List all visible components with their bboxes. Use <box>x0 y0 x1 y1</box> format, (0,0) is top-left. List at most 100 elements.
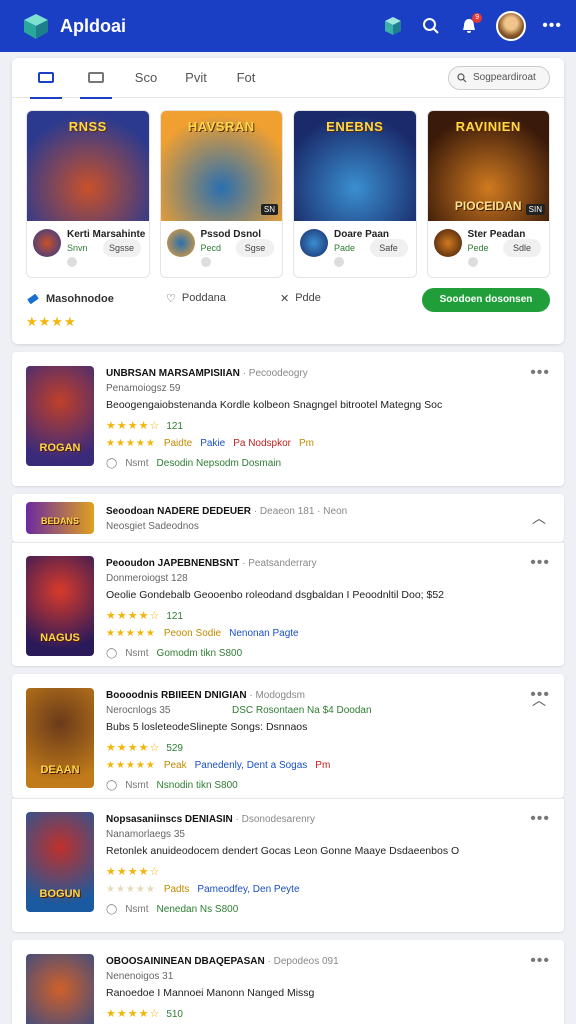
game-action-button[interactable]: Safe <box>369 239 408 257</box>
footer-link[interactable]: Gomodm tikn S800 <box>157 648 243 659</box>
comment-icon[interactable]: ◯ <box>106 458 117 469</box>
heart-icon: ♡ <box>166 293 176 305</box>
list-item[interactable]: BEDANS Seoodoan NADERE DEDEUER · Deaeon 1… <box>12 494 564 542</box>
tab-pvit[interactable]: Pvit <box>176 58 216 98</box>
footer-label: Nsmt <box>125 648 149 659</box>
featured-game-card[interactable]: HAVSRAN SN Pssod Dsnol Pecd Sgse <box>159 110 283 278</box>
tab-fot[interactable]: Fot <box>226 58 266 98</box>
footer-action-button[interactable]: Soodoen dosonsen <box>422 288 550 312</box>
item-title-text: UNBRSAN MARSAMPISIIAN <box>106 368 240 379</box>
collapse-chevron-icon[interactable]: ︿ <box>532 508 546 528</box>
game-thumbnail[interactable]: ROGAN <box>26 366 94 466</box>
item-tag[interactable]: Paidte <box>164 438 192 449</box>
rating-stars: ★★★★☆ <box>106 610 161 622</box>
game-thumbnail[interactable]: HERO <box>26 954 94 1024</box>
item-footer: ◯ Nsmt Desodin Nepsodm Dosmain <box>106 458 281 469</box>
item-category: · Deaeon 181 · Neon <box>253 506 348 517</box>
item-tag[interactable]: Peak <box>164 760 187 771</box>
developer-avatar[interactable] <box>166 229 195 257</box>
tab-sco[interactable]: Sco <box>126 58 166 98</box>
notification-icon[interactable]: 9 <box>458 13 483 37</box>
featured-game-card[interactable]: ENEBNS Doare Paan Pade Safe <box>293 110 417 278</box>
item-title: OBOOSAININEAN DBAQEPASAN · Depodeos 091 <box>106 956 339 967</box>
list-item[interactable]: BOGUN Nopsasaniinscs DENIASIN · Dsonodesa… <box>12 798 564 932</box>
game-subtitle: Snvn <box>67 243 88 253</box>
user-avatar[interactable] <box>496 11 527 41</box>
featured-game-card[interactable]: RNSS Kerti Marsahinte Snvn Sgsse <box>26 110 150 278</box>
footer-tag[interactable]: Masohnodoe <box>26 292 114 306</box>
item-tags: ★★★★★ Paidte Pakie Pa Nodspkor Pm <box>106 438 314 449</box>
game-thumbnail[interactable]: DEAAN <box>26 688 94 788</box>
more-options-icon[interactable]: ••• <box>530 952 550 970</box>
item-tag[interactable]: Pm <box>299 438 314 449</box>
collapse-chevron-icon[interactable]: ︿ <box>532 690 546 710</box>
item-tag[interactable]: Pakie <box>200 438 225 449</box>
tab-list-view[interactable] <box>26 58 66 99</box>
item-rating: ★★★★☆ 121 <box>106 419 183 432</box>
developer-avatar[interactable] <box>433 229 462 257</box>
footer-label: Nsmt <box>125 458 149 469</box>
item-tag[interactable]: Peoon Sodie <box>164 628 221 639</box>
game-badge: SN <box>260 204 278 215</box>
footer-mid[interactable]: ♡ Poddana <box>166 292 226 305</box>
footer-mid2[interactable]: ✕ Pdde <box>280 292 321 305</box>
rating-stars: ★★★★☆ <box>106 866 161 878</box>
item-tag[interactable]: Padts <box>164 884 190 895</box>
footer-link[interactable]: Desodin Nepsodm Dosmain <box>157 458 282 469</box>
item-subtitle: Penamoiogsz 59 <box>106 383 181 394</box>
item-extra: DSC Rosontaen Na $4 Doodan <box>232 705 372 716</box>
verified-icon <box>467 257 478 267</box>
search-placeholder: Sogpeardiroat <box>473 72 536 83</box>
more-options-icon[interactable]: ••• <box>530 810 550 828</box>
item-footer: ◯ Nsmt Gomodm tikn S800 <box>106 648 242 659</box>
thumbnail-title: BOGUN <box>39 888 81 900</box>
app-logo-icon[interactable] <box>22 12 50 40</box>
comment-icon[interactable]: ◯ <box>106 780 117 791</box>
search-icon[interactable] <box>420 15 442 37</box>
item-tag[interactable]: Pm <box>315 760 330 771</box>
more-options-icon[interactable]: ••• <box>542 17 562 35</box>
item-title-text: Nopsasaniinscs DENIASIN <box>106 814 233 825</box>
item-title-text: Seoodoan NADERE DEDEUER <box>106 506 252 517</box>
share-icon: ✕ <box>280 293 290 305</box>
game-action-button[interactable]: Sgsse <box>102 239 141 257</box>
game-thumbnail[interactable]: BOGUN <box>26 812 94 912</box>
cube-icon[interactable] <box>382 15 404 37</box>
game-thumbnail[interactable]: NAGUS <box>26 556 94 656</box>
developer-avatar[interactable] <box>300 229 328 257</box>
game-action-button[interactable]: Sdle <box>503 239 541 257</box>
more-options-icon[interactable]: ••• <box>530 554 550 572</box>
rating-count: 121 <box>166 611 183 622</box>
verified-icon <box>334 257 344 267</box>
item-footer: ◯ Nsmt Nsnodin tikn S800 <box>106 780 238 791</box>
rating-count: 121 <box>166 421 183 432</box>
item-title: Peooudon JAPEBNENBSNT · Peatsanderrary <box>106 558 317 569</box>
item-tag[interactable]: Pameodfey, Den Peyte <box>197 884 299 895</box>
item-tag[interactable]: Pa Nodspkor <box>233 438 291 449</box>
comment-icon[interactable]: ◯ <box>106 648 117 659</box>
game-art-title: ENEBNS <box>326 119 384 134</box>
game-action-button[interactable]: Sgse <box>236 239 274 257</box>
list-item[interactable]: HERO OBOOSAININEAN DBAQEPASAN · Depodeos … <box>12 940 564 1024</box>
item-tags: ★★★★★ Peoon Sodie Nenonan Pagte <box>106 628 299 639</box>
tab-grid-view[interactable] <box>76 58 116 99</box>
item-category: · Modogdsm <box>249 690 305 701</box>
more-options-icon[interactable]: ••• <box>530 364 550 382</box>
item-tag[interactable]: Panedenly, Dent a Sogas <box>195 760 308 771</box>
featured-game-card[interactable]: RAVINIEN PIOCEIDAN SIN Ster Peadan Pede … <box>426 110 550 278</box>
list-item[interactable]: DEAAN Boooodnis RBIIEEN DNIGIAN · Modogds… <box>12 674 564 798</box>
item-category: · Peatsanderrary <box>242 558 317 569</box>
game-subtitle: Pade <box>334 243 356 253</box>
item-title: Seoodoan NADERE DEDEUER · Deaeon 181 · N… <box>106 506 347 517</box>
item-tag[interactable]: Nenonan Pagte <box>229 628 299 639</box>
list-item[interactable]: ROGAN UNBRSAN MARSAMPISIIAN · Pecoodeogry… <box>12 352 564 486</box>
search-input[interactable]: Sogpeardiroat <box>448 65 550 90</box>
game-thumbnail[interactable]: BEDANS <box>26 502 94 534</box>
footer-link[interactable]: Nenedan Ns S800 <box>157 904 239 915</box>
developer-avatar[interactable] <box>33 229 61 257</box>
app-header: Apldoai 9 ••• <box>0 0 576 52</box>
list-item[interactable]: NAGUS Peooudon JAPEBNENBSNT · Peatsanderr… <box>12 542 564 666</box>
item-subtitle: Nenenoigos 31 <box>106 971 174 982</box>
footer-link[interactable]: Nsnodin tikn S800 <box>157 780 238 791</box>
comment-icon[interactable]: ◯ <box>106 904 117 915</box>
